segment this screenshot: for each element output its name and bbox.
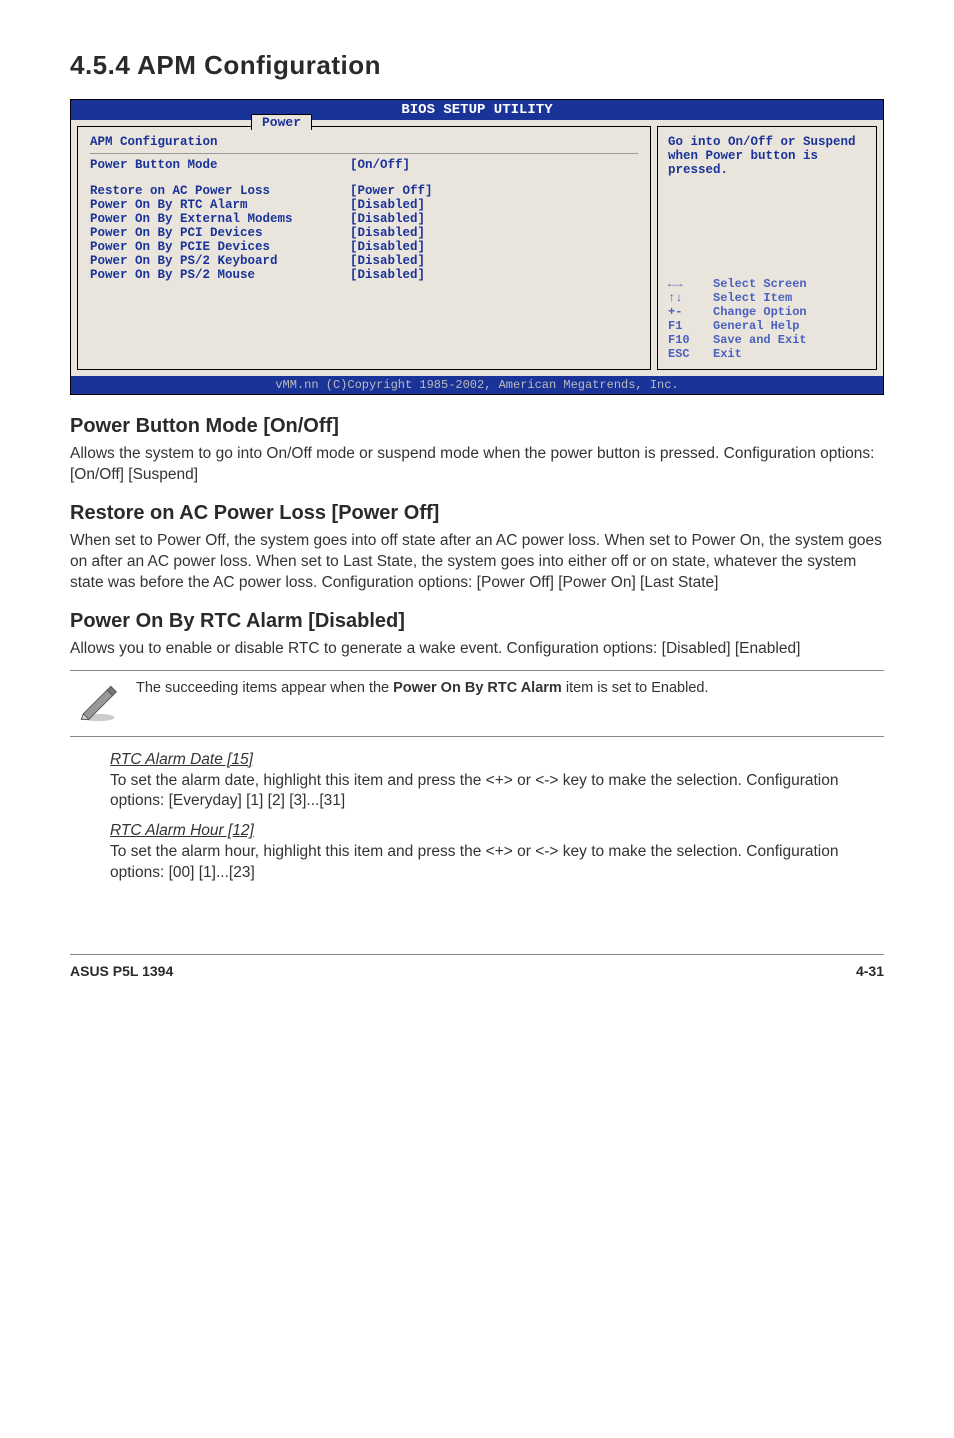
bios-value: [Power Off] xyxy=(350,184,638,198)
note-text: The succeeding items appear when the Pow… xyxy=(136,679,884,699)
section-heading: 4.5.4 APM Configuration xyxy=(70,50,884,81)
bios-left-panel: APM Configuration Power Button Mode [On/… xyxy=(77,126,651,370)
subsection-title: Power On By RTC Alarm [Disabled] xyxy=(70,610,884,633)
bios-nav-key: ESC xyxy=(668,347,713,361)
body-text: Allows the system to go into On/Off mode… xyxy=(70,444,884,486)
sub-item-text: To set the alarm date, highlight this it… xyxy=(110,771,884,813)
sub-item: RTC Alarm Date [15] To set the alarm dat… xyxy=(110,751,884,813)
bios-screenshot: BIOS SETUP UTILITY Power APM Configurati… xyxy=(70,99,884,395)
bios-row: Power On By PCIE Devices [Disabled] xyxy=(90,240,638,254)
bios-label: Power On By PS/2 Keyboard xyxy=(90,254,350,268)
bios-row: Power On By PCI Devices [Disabled] xyxy=(90,226,638,240)
bios-nav-row: ↑↓Select Item xyxy=(668,291,866,305)
bios-row: Power On By RTC Alarm [Disabled] xyxy=(90,198,638,212)
bios-nav-key: ↑↓ xyxy=(668,291,713,305)
pencil-icon xyxy=(70,679,118,728)
bios-value: [Disabled] xyxy=(350,254,638,268)
bios-footer: vMM.nn (C)Copyright 1985-2002, American … xyxy=(71,376,883,394)
bios-label: Power On By External Modems xyxy=(90,212,350,226)
bios-nav-key: F10 xyxy=(668,333,713,347)
bios-nav-row: +-Change Option xyxy=(668,305,866,319)
bios-nav-action: General Help xyxy=(713,319,866,333)
bios-hint: Go into On/Off or Suspend when Power but… xyxy=(668,135,866,177)
bios-label: Power On By RTC Alarm xyxy=(90,198,350,212)
bios-nav-action: Save and Exit xyxy=(713,333,866,347)
bios-value: [On/Off] xyxy=(350,158,638,172)
bios-row: Power Button Mode [On/Off] xyxy=(90,158,638,172)
sub-item-text: To set the alarm hour, highlight this it… xyxy=(110,842,884,884)
sub-item-title: RTC Alarm Date [15] xyxy=(110,751,884,769)
bios-nav-action: Exit xyxy=(713,347,866,361)
bios-value: [Disabled] xyxy=(350,198,638,212)
bios-label: Power On By PCIE Devices xyxy=(90,240,350,254)
note-prefix: The succeeding items appear when the xyxy=(136,680,393,696)
bios-row: Power On By PS/2 Mouse [Disabled] xyxy=(90,268,638,282)
bios-tab-power: Power xyxy=(251,114,312,130)
page-footer: ASUS P5L 1394 4-31 xyxy=(70,954,884,979)
bios-label: Power On By PCI Devices xyxy=(90,226,350,240)
bios-config-title: APM Configuration xyxy=(90,135,638,149)
bios-value: [Disabled] xyxy=(350,212,638,226)
bios-nav: ←→Select Screen ↑↓Select Item +-Change O… xyxy=(668,277,866,361)
bios-row: Power On By External Modems [Disabled] xyxy=(90,212,638,226)
bios-row: Restore on AC Power Loss [Power Off] xyxy=(90,184,638,198)
note-block: The succeeding items appear when the Pow… xyxy=(70,670,884,737)
bios-nav-key: F1 xyxy=(668,319,713,333)
body-text: When set to Power Off, the system goes i… xyxy=(70,531,884,594)
bios-label: Power Button Mode xyxy=(90,158,350,172)
bios-header-text: BIOS SETUP UTILITY xyxy=(401,102,552,118)
footer-left: ASUS P5L 1394 xyxy=(70,963,173,979)
bios-nav-row: F1General Help xyxy=(668,319,866,333)
bios-nav-row: ←→Select Screen xyxy=(668,277,866,291)
bios-header: BIOS SETUP UTILITY Power xyxy=(71,100,883,120)
bios-nav-action: Select Screen xyxy=(713,277,866,291)
note-suffix: item is set to Enabled. xyxy=(562,680,709,696)
note-bold: Power On By RTC Alarm xyxy=(393,680,562,696)
bios-nav-row: F10Save and Exit xyxy=(668,333,866,347)
bios-nav-row: ESCExit xyxy=(668,347,866,361)
bios-nav-key: +- xyxy=(668,305,713,319)
subsection-title: Restore on AC Power Loss [Power Off] xyxy=(70,502,884,525)
bios-value: [Disabled] xyxy=(350,240,638,254)
bios-label: Power On By PS/2 Mouse xyxy=(90,268,350,282)
bios-nav-key: ←→ xyxy=(668,277,713,291)
sub-item: RTC Alarm Hour [12] To set the alarm hou… xyxy=(110,822,884,884)
sub-item-title: RTC Alarm Hour [12] xyxy=(110,822,884,840)
bios-row: Power On By PS/2 Keyboard [Disabled] xyxy=(90,254,638,268)
bios-value: [Disabled] xyxy=(350,226,638,240)
bios-nav-action: Change Option xyxy=(713,305,866,319)
bios-value: [Disabled] xyxy=(350,268,638,282)
bios-right-panel: Go into On/Off or Suspend when Power but… xyxy=(657,126,877,370)
footer-right: 4-31 xyxy=(856,963,884,979)
subsection-title: Power Button Mode [On/Off] xyxy=(70,415,884,438)
bios-label: Restore on AC Power Loss xyxy=(90,184,350,198)
body-text: Allows you to enable or disable RTC to g… xyxy=(70,639,884,660)
bios-nav-action: Select Item xyxy=(713,291,866,305)
